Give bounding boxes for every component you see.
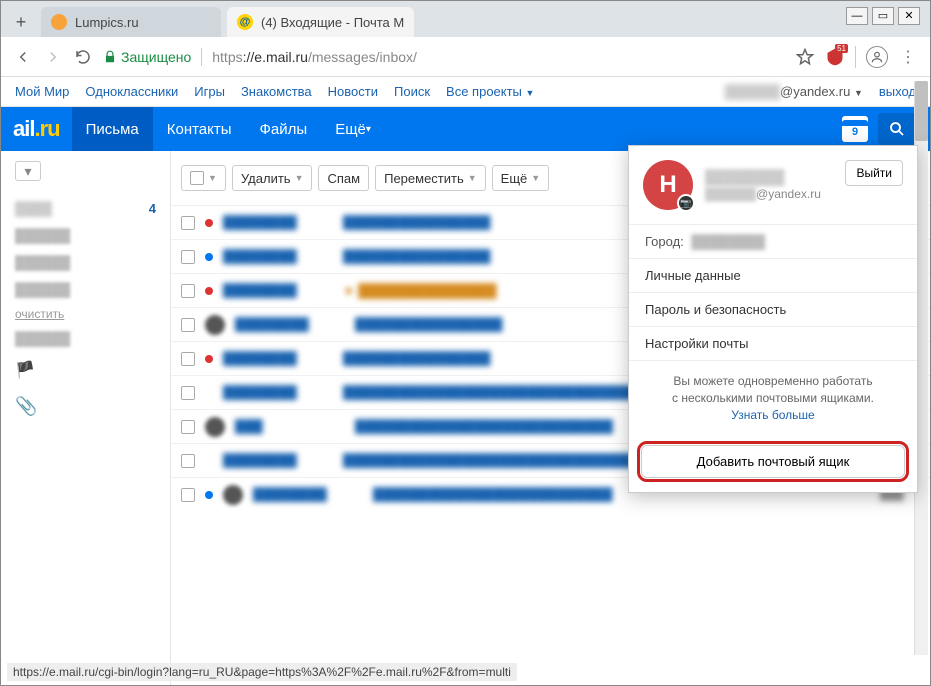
tab-favicon	[51, 14, 67, 30]
minimize-button[interactable]: —	[846, 7, 868, 25]
tab-favicon: @	[237, 14, 253, 30]
row-checkbox[interactable]	[181, 488, 195, 502]
calendar-icon[interactable]: 9	[842, 116, 868, 142]
avatar[interactable]: Н 📷	[643, 160, 693, 210]
move-button[interactable]: Переместить▼	[375, 165, 486, 191]
row-checkbox[interactable]	[181, 318, 195, 332]
portal-bar: Мой Мир Одноклассники Игры Знакомства Но…	[1, 77, 930, 107]
portal-link-all-projects[interactable]: Все проекты ▼	[446, 84, 534, 99]
nav-more[interactable]: Ещё ▾	[321, 107, 385, 151]
adblock-icon[interactable]: 51	[825, 47, 845, 67]
account-header: Н 📷 ████████ ██████@yandex.ru Выйти	[629, 146, 917, 224]
mailru-logo[interactable]: ail.ru	[1, 116, 72, 142]
select-all-checkbox[interactable]: ▼	[181, 165, 226, 191]
tab-mailru[interactable]: @ (4) Входящие - Почта M	[227, 7, 414, 37]
folder-item[interactable]: ██████	[1, 276, 170, 303]
nav-contacts[interactable]: Контакты	[153, 107, 246, 151]
close-window-button[interactable]: ✕	[898, 7, 920, 25]
url-text[interactable]: https://e.mail.ru/messages/inbox/	[212, 49, 785, 65]
compose-mini-button[interactable]: ▾	[15, 161, 41, 181]
tab-label: (4) Входящие - Почта M	[261, 15, 404, 30]
main-column: ▼ Удалить▼ Спам Переместить▼ Ещё▼ Вид▼ █…	[171, 151, 930, 685]
multi-account-info: Вы можете одновременно работать с нескол…	[629, 360, 917, 435]
scrollbar-thumb[interactable]	[915, 81, 928, 141]
reload-button[interactable]	[73, 47, 93, 67]
portal-link[interactable]: Поиск	[394, 84, 430, 99]
portal-link[interactable]: Мой Мир	[15, 84, 69, 99]
nav-messages[interactable]: Письма	[72, 107, 153, 151]
search-button[interactable]	[878, 113, 916, 145]
portal-link[interactable]: Одноклассники	[85, 84, 178, 99]
portal-logout[interactable]: выход	[879, 84, 916, 99]
menu-button[interactable]: ⋮	[898, 47, 918, 67]
more-actions-button[interactable]: Ещё▼	[492, 165, 550, 191]
flag-icon[interactable]: 🏴	[1, 352, 170, 388]
tab-bar: + Lumpics.ru @ (4) Входящие - Почта M	[1, 1, 930, 37]
add-mailbox-button[interactable]: Добавить почтовый ящик	[641, 445, 905, 478]
user-email: ██████@yandex.ru	[705, 187, 833, 201]
row-checkbox[interactable]	[181, 250, 195, 264]
folder-item[interactable]: ██████	[1, 325, 170, 352]
new-tab-button[interactable]: +	[7, 8, 35, 36]
row-checkbox[interactable]	[181, 352, 195, 366]
portal-link[interactable]: Новости	[328, 84, 378, 99]
password-security-item[interactable]: Пароль и безопасность	[629, 292, 917, 326]
learn-more-link[interactable]: Узнать больше	[731, 408, 814, 422]
profile-button[interactable]	[866, 46, 888, 68]
content-area: ▾ ████4 ██████ ██████ ██████ очистить ██…	[1, 151, 930, 685]
maximize-button[interactable]: ▭	[872, 7, 894, 25]
secure-indicator[interactable]: Защищено	[103, 49, 191, 65]
spam-button[interactable]: Спам	[318, 165, 369, 191]
portal-account[interactable]: ██████@yandex.ru ▼	[725, 84, 863, 99]
nav-files[interactable]: Файлы	[246, 107, 322, 151]
folder-inbox[interactable]: ████4	[1, 195, 170, 222]
city-item[interactable]: Город: ████████	[629, 224, 917, 258]
back-button[interactable]	[13, 47, 33, 67]
logout-button[interactable]: Выйти	[845, 160, 903, 186]
camera-icon[interactable]: 📷	[677, 194, 695, 212]
mail-settings-item[interactable]: Настройки почты	[629, 326, 917, 360]
row-checkbox[interactable]	[181, 284, 195, 298]
portal-link[interactable]: Знакомства	[241, 84, 312, 99]
attachment-icon[interactable]: 📎	[1, 388, 170, 425]
row-checkbox[interactable]	[181, 386, 195, 400]
user-info: ████████ ██████@yandex.ru	[705, 169, 833, 201]
folder-item[interactable]: ██████	[1, 249, 170, 276]
window-controls: — ▭ ✕	[846, 7, 920, 25]
row-checkbox[interactable]	[181, 420, 195, 434]
tab-label: Lumpics.ru	[75, 15, 139, 30]
address-bar: Защищено https://e.mail.ru/messages/inbo…	[1, 37, 930, 77]
tab-lumpics[interactable]: Lumpics.ru	[41, 7, 221, 37]
folder-item[interactable]: ██████	[1, 222, 170, 249]
row-checkbox[interactable]	[181, 216, 195, 230]
portal-link[interactable]: Игры	[194, 84, 225, 99]
status-bar: https://e.mail.ru/cgi-bin/login?lang=ru_…	[7, 663, 517, 681]
clear-link[interactable]: очистить	[1, 303, 170, 325]
user-name: ████████	[705, 169, 833, 185]
delete-button[interactable]: Удалить▼	[232, 165, 313, 191]
account-dropdown: Н 📷 ████████ ██████@yandex.ru Выйти Горо…	[628, 145, 918, 493]
row-checkbox[interactable]	[181, 454, 195, 468]
sidebar: ▾ ████4 ██████ ██████ ██████ очистить ██…	[1, 151, 171, 685]
star-icon[interactable]	[795, 47, 815, 67]
personal-data-item[interactable]: Личные данные	[629, 258, 917, 292]
forward-button[interactable]	[43, 47, 63, 67]
